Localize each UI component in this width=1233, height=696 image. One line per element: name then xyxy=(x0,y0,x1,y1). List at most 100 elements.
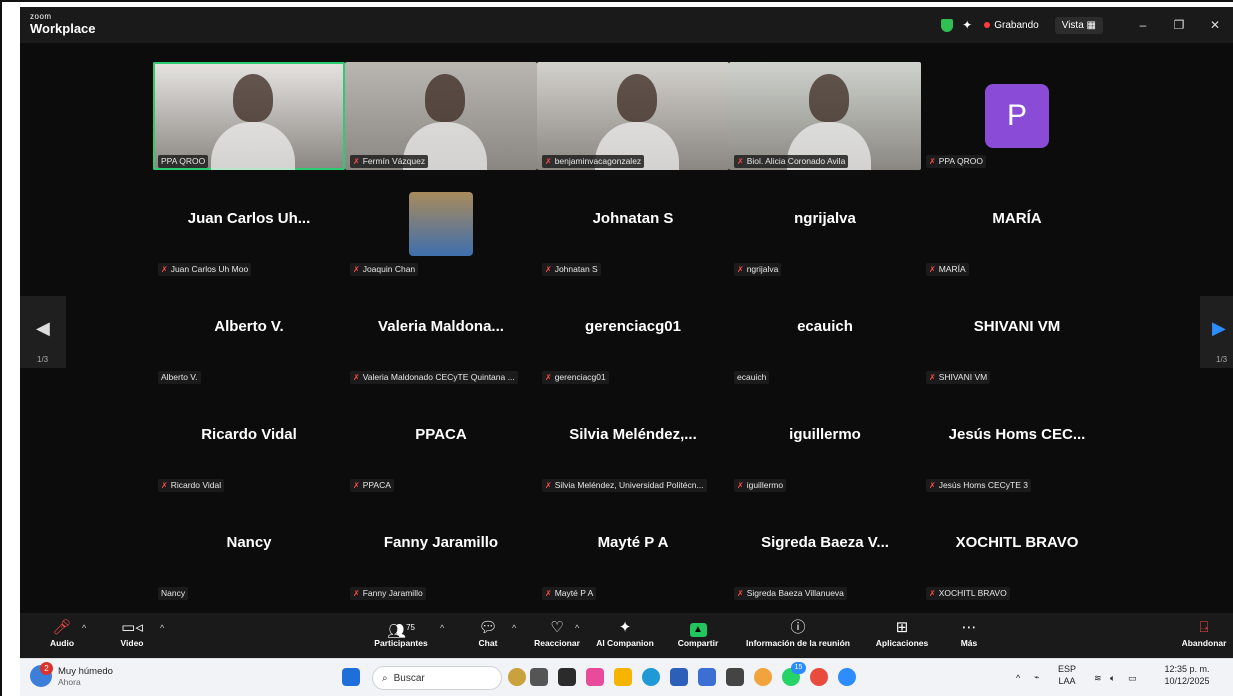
chrome-icon[interactable] xyxy=(754,668,772,686)
participant-name-text: Juan Carlos Uh Moo xyxy=(170,264,249,274)
next-page-button[interactable]: ▶ 1/3 xyxy=(1200,296,1233,368)
chevron-up-icon[interactable]: ^ xyxy=(1016,672,1020,684)
zoom-taskbar-icon[interactable] xyxy=(838,668,856,686)
language-bottom: LAA xyxy=(1058,676,1076,686)
search-icon: ⌕ xyxy=(382,672,388,684)
close-button[interactable]: ✕ xyxy=(1197,18,1233,32)
more-icon: ⋯ xyxy=(961,619,977,636)
chat-label: Chat xyxy=(478,638,498,648)
view-button[interactable]: Vista ▦ xyxy=(1054,16,1103,34)
participant-name-label: ✗ Johnatan S xyxy=(542,263,601,276)
participant-video-body xyxy=(211,122,295,170)
app-icon-1[interactable] xyxy=(558,668,576,686)
participant-tile[interactable]: Silvia Meléndez,... ✗ Silvia Meléndez, Uni… xyxy=(537,386,729,494)
participant-tile[interactable]: ✗ Fermín Vázquez xyxy=(345,62,537,170)
participant-tile[interactable]: PPACA ✗ PPACA xyxy=(345,386,537,494)
app-icon-3[interactable] xyxy=(698,668,716,686)
mic-muted-icon: ✗ xyxy=(929,373,936,382)
mic-muted-icon: ✗ xyxy=(353,265,360,274)
gallery-view: ◀ 1/3 ▶ 1/3 PPA QROO ✗ Fermín Vázquez ✗ benj… xyxy=(20,43,1233,613)
mic-muted-icon: ✗ xyxy=(929,265,936,274)
apps-label: Aplicaciones xyxy=(875,638,929,648)
apps-button[interactable]: ⊞ Aplicaciones xyxy=(870,617,934,648)
more-button[interactable]: ⋯ Más xyxy=(952,617,986,648)
edge-icon[interactable] xyxy=(642,668,660,686)
recording-label[interactable]: Grabando xyxy=(994,20,1038,31)
ai-sparkle-icon[interactable]: ✦ xyxy=(962,18,972,32)
video-options-caret[interactable]: ^ xyxy=(160,623,164,633)
language-indicator[interactable]: ESP LAA xyxy=(1058,663,1076,687)
participant-tile[interactable]: Alberto V. Alberto V. xyxy=(153,278,345,386)
participant-tile[interactable]: Mayté P A ✗ Mayté P A xyxy=(537,494,729,602)
ai-companion-button[interactable]: ✦ AI Companion xyxy=(588,617,662,648)
participant-tile[interactable]: SHIVANI VM ✗ SHIVANI VM xyxy=(921,278,1113,386)
store-icon[interactable] xyxy=(670,668,688,686)
task-view-icon[interactable] xyxy=(530,668,548,686)
battery-icon[interactable]: ▭ xyxy=(1128,672,1137,684)
participant-name-label: Alberto V. xyxy=(158,371,201,384)
participant-tile[interactable]: ecauich ecauich xyxy=(729,278,921,386)
app-icon-4[interactable] xyxy=(726,668,744,686)
meeting-info-button[interactable]: ⓘ Información de la reunión xyxy=(728,617,868,648)
grid-icon: ▦ xyxy=(1086,19,1096,31)
leave-button[interactable]: ⍈ Abandonar xyxy=(1178,617,1230,648)
participant-tile[interactable]: ✗ Joaquin Chan xyxy=(345,170,537,278)
participant-tile[interactable]: Johnatan S ✗ Johnatan S xyxy=(537,170,729,278)
participant-name-text: PPACA xyxy=(362,480,391,490)
participant-tile[interactable]: PPA QROO xyxy=(153,62,345,170)
participant-tile[interactable]: ✗ Biol. Alicia Coronado Avila xyxy=(729,62,921,170)
widget-app-icon[interactable] xyxy=(508,668,526,686)
chat-options-caret[interactable]: ^ xyxy=(512,623,516,633)
page-indicator-left: 1/3 xyxy=(37,355,49,364)
whatsapp-icon[interactable]: 15 xyxy=(782,662,806,686)
video-button[interactable]: ▭◃ Video xyxy=(114,617,150,648)
weather-widget[interactable]: 2 Muy húmedo Ahora xyxy=(30,662,113,687)
participant-tile[interactable]: XOCHITL BRAVO ✗ XOCHITL BRAVO xyxy=(921,494,1113,602)
mic-muted-icon: ✗ xyxy=(737,265,744,274)
participant-tile[interactable]: ngrijalva ✗ ngrijalva xyxy=(729,170,921,278)
participant-name-text: Alberto V. xyxy=(161,372,198,382)
shield-icon[interactable] xyxy=(941,18,954,32)
participant-tile[interactable]: Valeria Maldona... ✗ Valeria Maldonado CEC… xyxy=(345,278,537,386)
react-options-caret[interactable]: ^ xyxy=(575,623,579,633)
participant-tile[interactable]: Ricardo Vidal ✗ Ricardo Vidal xyxy=(153,386,345,494)
chevron-right-icon: ▶ xyxy=(1212,318,1226,338)
participants-button[interactable]: 👥︎75 Participantes xyxy=(366,617,436,648)
participant-name-text: gerenciacg01 xyxy=(554,372,606,382)
mic-muted-icon: ✗ xyxy=(353,481,360,490)
participant-tile[interactable]: iguillermo ✗ iguillermo xyxy=(729,386,921,494)
participant-tile[interactable]: ✗ benjaminvacagonzalez xyxy=(537,62,729,170)
windows-start-icon[interactable] xyxy=(342,668,360,686)
restore-button[interactable]: ❐ xyxy=(1161,18,1197,32)
audio-options-caret[interactable]: ^ xyxy=(82,623,86,633)
chat-button[interactable]: 💬︎ Chat xyxy=(470,617,506,648)
previous-page-button[interactable]: ◀ 1/3 xyxy=(20,296,66,368)
participant-display-name: PPACA xyxy=(415,426,467,443)
mic-muted-icon: ✗ xyxy=(545,373,552,382)
app-icon-2[interactable] xyxy=(586,668,604,686)
minimize-button[interactable]: – xyxy=(1125,18,1161,32)
participant-tile[interactable]: Juan Carlos Uh... ✗ Juan Carlos Uh Moo xyxy=(153,170,345,278)
network-pen-icon[interactable]: ⌁ xyxy=(1034,671,1039,683)
participant-tile[interactable]: Nancy Nancy xyxy=(153,494,345,602)
participant-tile[interactable]: P ✗ PPA QROO xyxy=(921,62,1113,170)
participant-display-name: Alberto V. xyxy=(214,318,284,335)
participant-tile[interactable]: Fanny Jaramillo ✗ Fanny Jaramillo xyxy=(345,494,537,602)
taskbar-search[interactable]: ⌕ Buscar xyxy=(372,666,502,690)
file-explorer-icon[interactable] xyxy=(614,668,632,686)
share-label: Compartir xyxy=(677,638,719,648)
clock[interactable]: 12:35 p. m. 10/12/2025 xyxy=(1156,663,1218,687)
share-button[interactable]: ▲ Compartir xyxy=(670,617,726,648)
participant-tile[interactable]: Jesús Homs CEC... ✗ Jesús Homs CECyTE 3 xyxy=(921,386,1113,494)
participant-tile[interactable]: Sigreda Baeza V... ✗ Sigreda Baeza Villanu… xyxy=(729,494,921,602)
participant-tile[interactable]: MARÍA ✗ MARÍA xyxy=(921,170,1113,278)
participant-name-label: ✗ Sigreda Baeza Villanueva xyxy=(734,587,847,600)
mic-muted-icon: ✗ xyxy=(737,157,744,166)
speaker-icon[interactable]: 🔈︎ xyxy=(1110,672,1115,684)
participant-tile[interactable]: gerenciacg01 ✗ gerenciacg01 xyxy=(537,278,729,386)
app-icon-5[interactable] xyxy=(810,668,828,686)
wifi-icon[interactable]: ≋ xyxy=(1094,672,1102,684)
participant-name-label: ✗ Joaquin Chan xyxy=(350,263,419,276)
audio-button[interactable]: 🎤︎ Audio xyxy=(44,617,80,648)
participants-options-caret[interactable]: ^ xyxy=(440,623,444,633)
